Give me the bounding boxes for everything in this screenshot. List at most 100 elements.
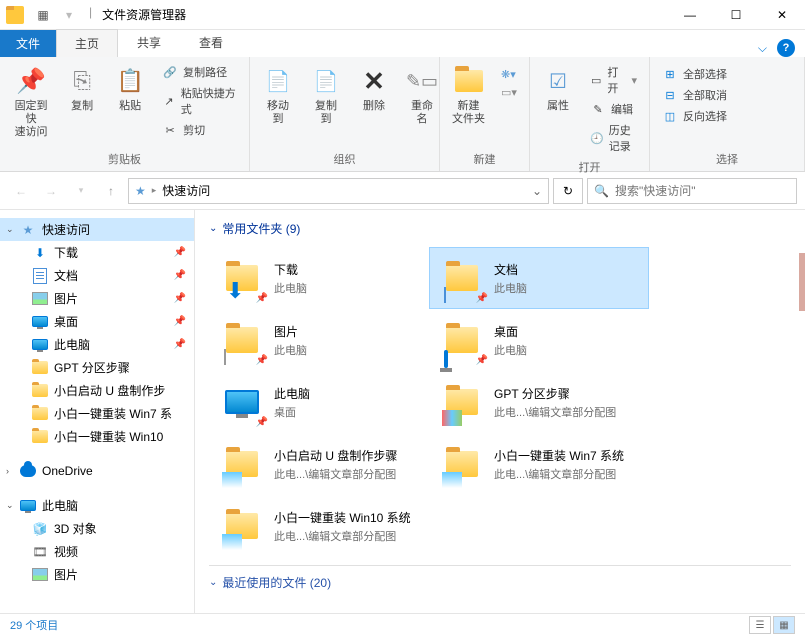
pictures-icon	[32, 291, 48, 307]
section-header-recent[interactable]: ⌄ 最近使用的文件 (20)	[209, 574, 791, 591]
desktop-icon	[32, 314, 48, 330]
group-new-label: 新建	[446, 149, 523, 169]
expand-icon[interactable]: ⌄	[6, 224, 14, 235]
expand-icon[interactable]: ›	[6, 466, 9, 476]
tab-file[interactable]: 文件	[0, 30, 56, 57]
rename-button[interactable]: ✎▭ 重命名	[400, 61, 444, 149]
maximize-button[interactable]: ☐	[713, 0, 759, 30]
back-button[interactable]: ←	[8, 178, 34, 204]
easy-access-button[interactable]: ▭▾	[499, 85, 519, 100]
collapse-ribbon-icon[interactable]: ⌵	[758, 41, 767, 56]
address-dropdown-icon[interactable]: ⌄	[532, 184, 542, 198]
properties-button[interactable]: ☑ 属性	[536, 61, 580, 157]
sidebar-item-3d-objects[interactable]: 🧊3D 对象	[0, 517, 194, 540]
paste-shortcut-button[interactable]: ↗粘贴快捷方式	[160, 84, 239, 118]
invert-selection-button[interactable]: ◫反向选择	[660, 107, 729, 125]
address-location[interactable]: 快速访问	[162, 182, 210, 199]
sidebar-item-videos[interactable]: 🎞视频	[0, 540, 194, 563]
rename-icon: ✎▭	[406, 65, 438, 97]
sidebar-item-usb[interactable]: 小白启动 U 盘制作步	[0, 379, 194, 402]
sidebar-item-win10[interactable]: 小白一键重装 Win10	[0, 425, 194, 448]
expand-icon[interactable]: ⌄	[6, 500, 14, 511]
sidebar-item-pictures[interactable]: 图片📌	[0, 287, 194, 310]
forward-button[interactable]: →	[38, 178, 64, 204]
folder-item-desktop[interactable]: 📌 桌面此电脑	[429, 309, 649, 371]
copy-icon: ⎘	[66, 65, 98, 97]
folder-item-usb[interactable]: 小白启动 U 盘制作步骤此电...\编辑文章部分配图	[209, 433, 429, 495]
sidebar-item-this-pc[interactable]: 此电脑📌	[0, 333, 194, 356]
edit-icon: ✎	[590, 101, 606, 117]
search-box[interactable]: 🔍	[587, 178, 797, 204]
sidebar-item-onedrive[interactable]: ›OneDrive	[0, 460, 194, 482]
minimize-button[interactable]: —	[667, 0, 713, 30]
sidebar-item-documents[interactable]: 文档📌	[0, 264, 194, 287]
section-header-frequent[interactable]: ⌄ 常用文件夹 (9)	[209, 220, 791, 237]
paste-button[interactable]: 📋 粘贴	[108, 61, 152, 149]
sidebar-label: 小白一键重装 Win10	[54, 428, 163, 445]
copy-button[interactable]: ⎘ 复制	[60, 61, 104, 149]
new-item-button[interactable]: ❋▾	[499, 67, 519, 82]
sidebar-item-win7[interactable]: 小白一键重装 Win7 系	[0, 402, 194, 425]
app-icon	[6, 6, 24, 24]
large-icons-view-button[interactable]: ▦	[773, 616, 795, 634]
document-icon	[32, 268, 48, 284]
folder-item-pictures[interactable]: 📌 图片此电脑	[209, 309, 429, 371]
folder-icon: 📌	[438, 316, 486, 364]
select-all-button[interactable]: ⊞全部选择	[660, 65, 729, 83]
sidebar-label: 此电脑	[42, 497, 78, 514]
chevron-down-icon[interactable]: ⌄	[209, 577, 217, 588]
qat-new-folder-icon[interactable]: ▾	[59, 5, 79, 25]
pin-icon: 📌	[256, 417, 268, 428]
details-view-button[interactable]: ☰	[749, 616, 771, 634]
delete-button[interactable]: ✕ 删除	[352, 61, 396, 149]
qat-properties-icon[interactable]: ▦	[33, 5, 53, 25]
folder-item-documents[interactable]: 📌 文档此电脑	[429, 247, 649, 309]
sidebar-item-quick-access[interactable]: ⌄ ★ 快速访问	[0, 218, 194, 241]
sidebar-label: 视频	[54, 543, 78, 560]
folder-item-downloads[interactable]: ⬇📌 下载此电脑	[209, 247, 429, 309]
search-input[interactable]	[615, 184, 790, 198]
folder-icon	[32, 429, 48, 445]
folder-item-win10[interactable]: 小白一键重装 Win10 系统此电...\编辑文章部分配图	[209, 495, 429, 557]
select-none-button[interactable]: ⊟全部取消	[660, 86, 729, 104]
star-icon: ★	[20, 222, 36, 238]
close-button[interactable]: ✕	[759, 0, 805, 30]
sidebar-label: GPT 分区步骤	[54, 359, 130, 376]
cut-button[interactable]: ✂剪切	[160, 121, 239, 139]
pin-to-quick-access-button[interactable]: 📌 固定到快 速访问	[6, 61, 56, 149]
edit-button[interactable]: ✎编辑	[588, 100, 639, 118]
folder-item-win7[interactable]: 小白一键重装 Win7 系统此电...\编辑文章部分配图	[429, 433, 649, 495]
sidebar-label: 下载	[54, 244, 78, 261]
sidebar-item-desktop[interactable]: 桌面📌	[0, 310, 194, 333]
folder-item-thispc[interactable]: 📌 此电脑桌面	[209, 371, 429, 433]
up-button[interactable]: ↑	[98, 178, 124, 204]
history-icon: 🕘	[590, 130, 604, 146]
history-button[interactable]: 🕘历史记录	[588, 121, 639, 155]
folder-icon	[32, 406, 48, 422]
properties-icon: ☑	[542, 65, 574, 97]
folder-item-gpt[interactable]: GPT 分区步骤此电...\编辑文章部分配图	[429, 371, 649, 433]
address-bar[interactable]: ★ ▸ 快速访问 ⌄	[128, 178, 549, 204]
sidebar-item-pictures2[interactable]: 图片	[0, 563, 194, 586]
new-folder-button[interactable]: 新建 文件夹	[446, 61, 491, 149]
sidebar-item-downloads[interactable]: ⬇下载📌	[0, 241, 194, 264]
refresh-button[interactable]: ↻	[553, 178, 583, 204]
tab-share[interactable]: 共享	[118, 28, 180, 57]
item-location: 此电...\编辑文章部分配图	[494, 404, 616, 420]
cloud-icon	[20, 463, 36, 479]
tab-view[interactable]: 查看	[180, 28, 242, 57]
sidebar-item-gpt[interactable]: GPT 分区步骤	[0, 356, 194, 379]
breadcrumb-chevron-icon[interactable]: ▸	[152, 185, 157, 196]
item-location: 此电脑	[274, 280, 307, 296]
copy-to-button[interactable]: 📄 复制到	[304, 61, 348, 149]
move-to-button[interactable]: 📄 移动到	[256, 61, 300, 149]
tab-home[interactable]: 主页	[56, 29, 118, 57]
chevron-down-icon[interactable]: ⌄	[209, 223, 217, 234]
recent-locations-button[interactable]: ▾	[68, 178, 94, 204]
pc-icon: 📌	[218, 378, 266, 426]
search-icon: 🔍	[594, 184, 609, 198]
help-button[interactable]: ?	[777, 39, 795, 57]
sidebar-item-this-pc-root[interactable]: ⌄ 此电脑	[0, 494, 194, 517]
open-button[interactable]: ▭打开▾	[588, 63, 639, 97]
copy-path-button[interactable]: 🔗复制路径	[160, 63, 239, 81]
